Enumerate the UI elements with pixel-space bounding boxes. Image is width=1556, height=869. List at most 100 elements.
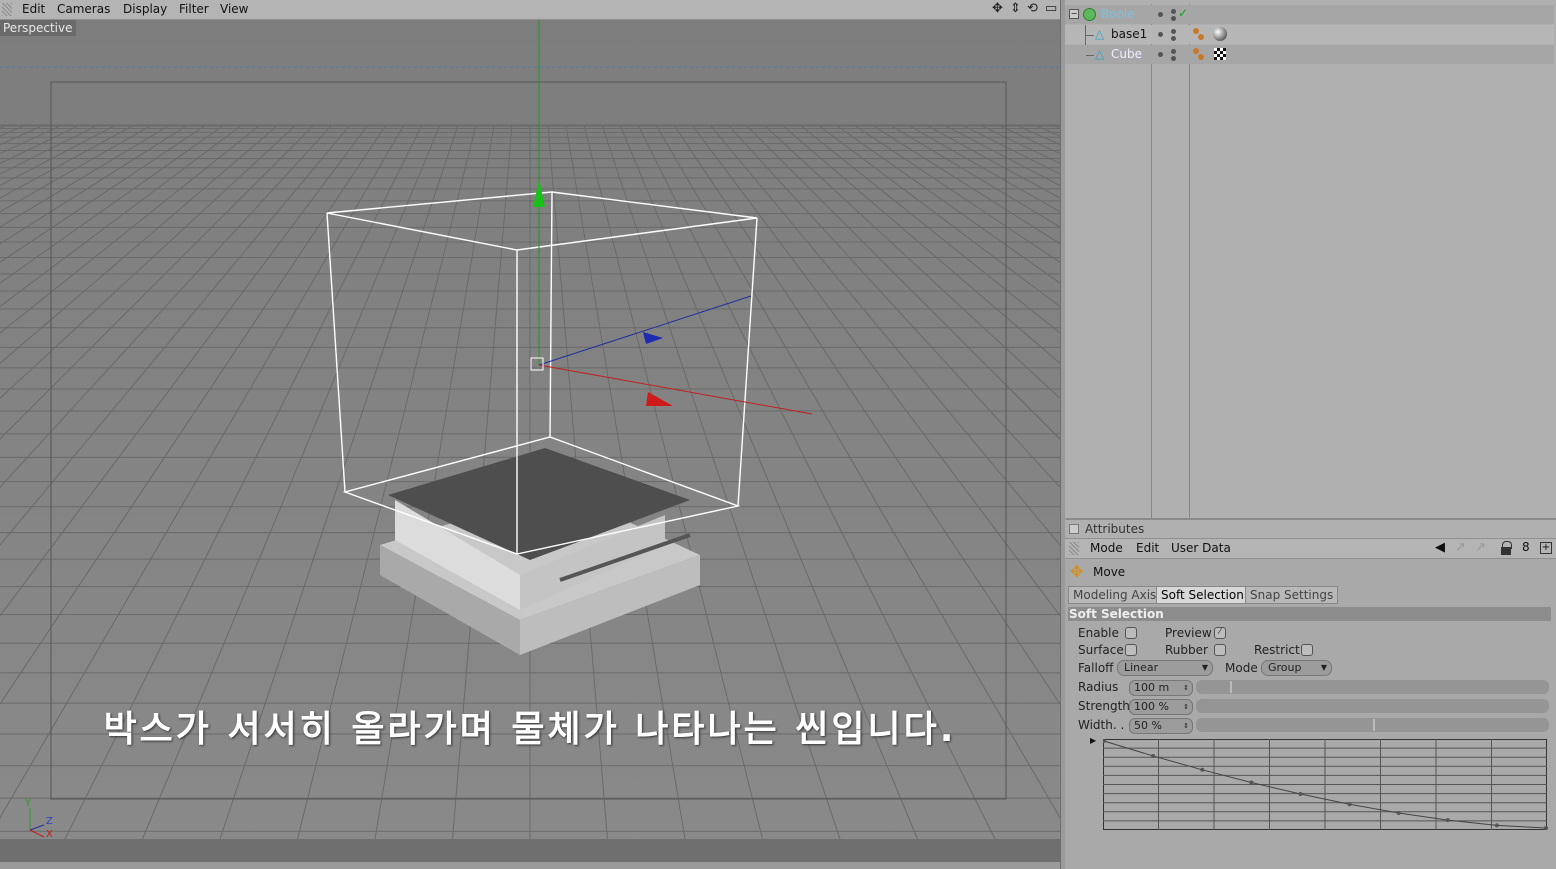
object-name[interactable]: base1 (1111, 27, 1147, 41)
object-row-base1[interactable]: △ base1 (1065, 25, 1554, 57)
width-slider-thumb[interactable] (1373, 719, 1375, 731)
tab-snap-settings[interactable]: Snap Settings (1245, 586, 1339, 604)
dolly-icon[interactable]: ⇕ (1010, 1, 1021, 16)
falloff-label: Falloff (1078, 661, 1114, 675)
subtitle-caption: 박스가 서서히 올라가며 물체가 나타나는 씬입니다. (103, 709, 957, 750)
attributes-title: Attributes (1085, 522, 1145, 536)
axis-y-label: Y (25, 798, 32, 809)
stepper-icon[interactable]: ⇕ (1183, 719, 1189, 733)
column-divider[interactable] (1189, 4, 1190, 518)
surface-checkbox[interactable] (1125, 644, 1137, 656)
curve-point (1544, 826, 1548, 830)
collapse-icon[interactable]: − (1069, 9, 1079, 19)
strength-field[interactable]: 100 % ⇕ (1129, 699, 1193, 715)
menu-filter[interactable]: Filter (179, 2, 209, 16)
tab-modeling-axis[interactable]: Modeling Axis (1068, 586, 1162, 604)
column-divider[interactable] (1151, 4, 1152, 518)
curve-point (1249, 780, 1254, 785)
editor-visibility-dot[interactable] (1158, 52, 1163, 57)
render-visibility-dot[interactable] (1171, 36, 1176, 41)
curve-point (1396, 810, 1401, 815)
rubber-checkbox[interactable] (1214, 644, 1226, 656)
polygon-object-icon: △ (1095, 47, 1105, 61)
stepper-icon[interactable]: ⇕ (1183, 700, 1189, 714)
back-arrow-icon[interactable]: ◀ (1435, 540, 1445, 555)
curve-point (1151, 753, 1156, 758)
panel-toggle-icon[interactable] (1069, 524, 1079, 534)
camera-label: Perspective (0, 20, 76, 36)
attributes-header: Attributes (1065, 520, 1556, 539)
mode-select[interactable]: Group ▼ (1261, 660, 1332, 676)
render-visibility-dot[interactable] (1171, 9, 1176, 14)
render-visibility-dot[interactable] (1171, 56, 1176, 61)
curve-point (1200, 767, 1205, 772)
texture-tag-icon[interactable] (1193, 28, 1199, 34)
enable-label: Enable (1078, 626, 1119, 640)
object-name[interactable]: Cube (1111, 47, 1142, 61)
mode-label: Mode (1225, 661, 1258, 675)
grip-handle[interactable] (1069, 542, 1079, 555)
menu-edit[interactable]: Edit (22, 2, 45, 16)
menu-mode[interactable]: Mode (1090, 541, 1123, 555)
falloff-select[interactable]: Linear ▼ (1117, 660, 1213, 676)
menu-edit[interactable]: Edit (1136, 541, 1159, 555)
falloff-value: Linear (1124, 661, 1159, 674)
editor-visibility-dot[interactable] (1158, 12, 1163, 17)
menu-user-data[interactable]: User Data (1171, 541, 1231, 555)
radius-field[interactable]: 100 m ⇕ (1129, 680, 1193, 696)
menu-display[interactable]: Display (123, 2, 167, 16)
object-row-cube[interactable]: △ Cube (1065, 45, 1554, 64)
surface-label: Surface (1078, 643, 1124, 657)
width-field[interactable]: 50 % ⇕ (1129, 718, 1193, 734)
viewport-menubar: Edit Cameras Display Filter View ✥ ⇕ ⟲ ▭ (0, 0, 1060, 20)
menu-cameras[interactable]: Cameras (57, 2, 110, 16)
texture-tag-icon[interactable] (1198, 34, 1204, 40)
grip-handle[interactable] (2, 3, 12, 16)
attributes-manager: Attributes Mode Edit User Data ◀ ↗ ↗ 8 +… (1065, 520, 1556, 869)
enabled-check-icon[interactable]: ✓ (1178, 6, 1188, 20)
editor-visibility-dot[interactable] (1158, 32, 1163, 37)
render-visibility-dot[interactable] (1171, 29, 1176, 34)
preview-checkbox[interactable]: ⁄ (1214, 627, 1226, 639)
perspective-viewport[interactable]: Edit Cameras Display Filter View ✥ ⇕ ⟲ ▭… (0, 0, 1060, 869)
new-panel-icon[interactable]: + (1540, 542, 1552, 554)
mode-value: Group (1268, 661, 1302, 674)
tab-soft-selection[interactable]: Soft Selection (1156, 586, 1249, 604)
texture-tag-icon[interactable] (1198, 54, 1204, 60)
rotate-view-icon[interactable]: ⟲ (1027, 1, 1038, 16)
width-label: Width. . . (1078, 718, 1132, 732)
radius-value: 100 m (1134, 681, 1170, 694)
up-arrow-icon[interactable]: ↗ (1455, 540, 1466, 555)
link-icon[interactable]: 8 (1522, 540, 1530, 554)
texture-tag-icon[interactable] (1193, 48, 1199, 54)
enable-checkbox[interactable] (1125, 627, 1137, 639)
curve-point (1494, 823, 1499, 828)
object-row-boole[interactable]: − Boole ✓ (1065, 5, 1554, 24)
radius-slider[interactable] (1196, 680, 1549, 694)
forward-arrow-icon[interactable]: ↗ (1475, 540, 1486, 555)
attributes-menubar: Mode Edit User Data ◀ ↗ ↗ 8 + (1065, 539, 1556, 559)
expand-arrow-icon[interactable]: ▶ (1090, 736, 1096, 745)
maximize-view-icon[interactable]: ▭ (1045, 1, 1057, 16)
render-visibility-dot[interactable] (1171, 49, 1176, 54)
checker-material-icon[interactable] (1214, 48, 1226, 60)
radius-label: Radius (1078, 680, 1119, 694)
curve-point (1298, 792, 1303, 797)
polygon-object-icon: △ (1095, 27, 1105, 41)
chevron-down-icon: ▼ (1320, 663, 1327, 672)
curve-point (1445, 818, 1450, 823)
render-visibility-dot[interactable] (1171, 16, 1176, 21)
stepper-icon[interactable]: ⇕ (1183, 681, 1189, 695)
menu-view[interactable]: View (220, 2, 248, 16)
radius-slider-thumb[interactable] (1230, 681, 1232, 693)
rubber-label: Rubber (1165, 643, 1208, 657)
pan-icon[interactable]: ✥ (992, 1, 1003, 16)
strength-slider[interactable] (1196, 699, 1549, 713)
object-name[interactable]: Boole (1101, 7, 1135, 21)
falloff-curve-graph[interactable] (1103, 739, 1549, 831)
material-sphere-icon[interactable] (1213, 27, 1227, 41)
width-value: 50 % (1134, 719, 1162, 732)
restrict-checkbox[interactable] (1301, 644, 1313, 656)
viewport-bottom-edge (0, 862, 1060, 869)
tree-line (1086, 35, 1094, 36)
